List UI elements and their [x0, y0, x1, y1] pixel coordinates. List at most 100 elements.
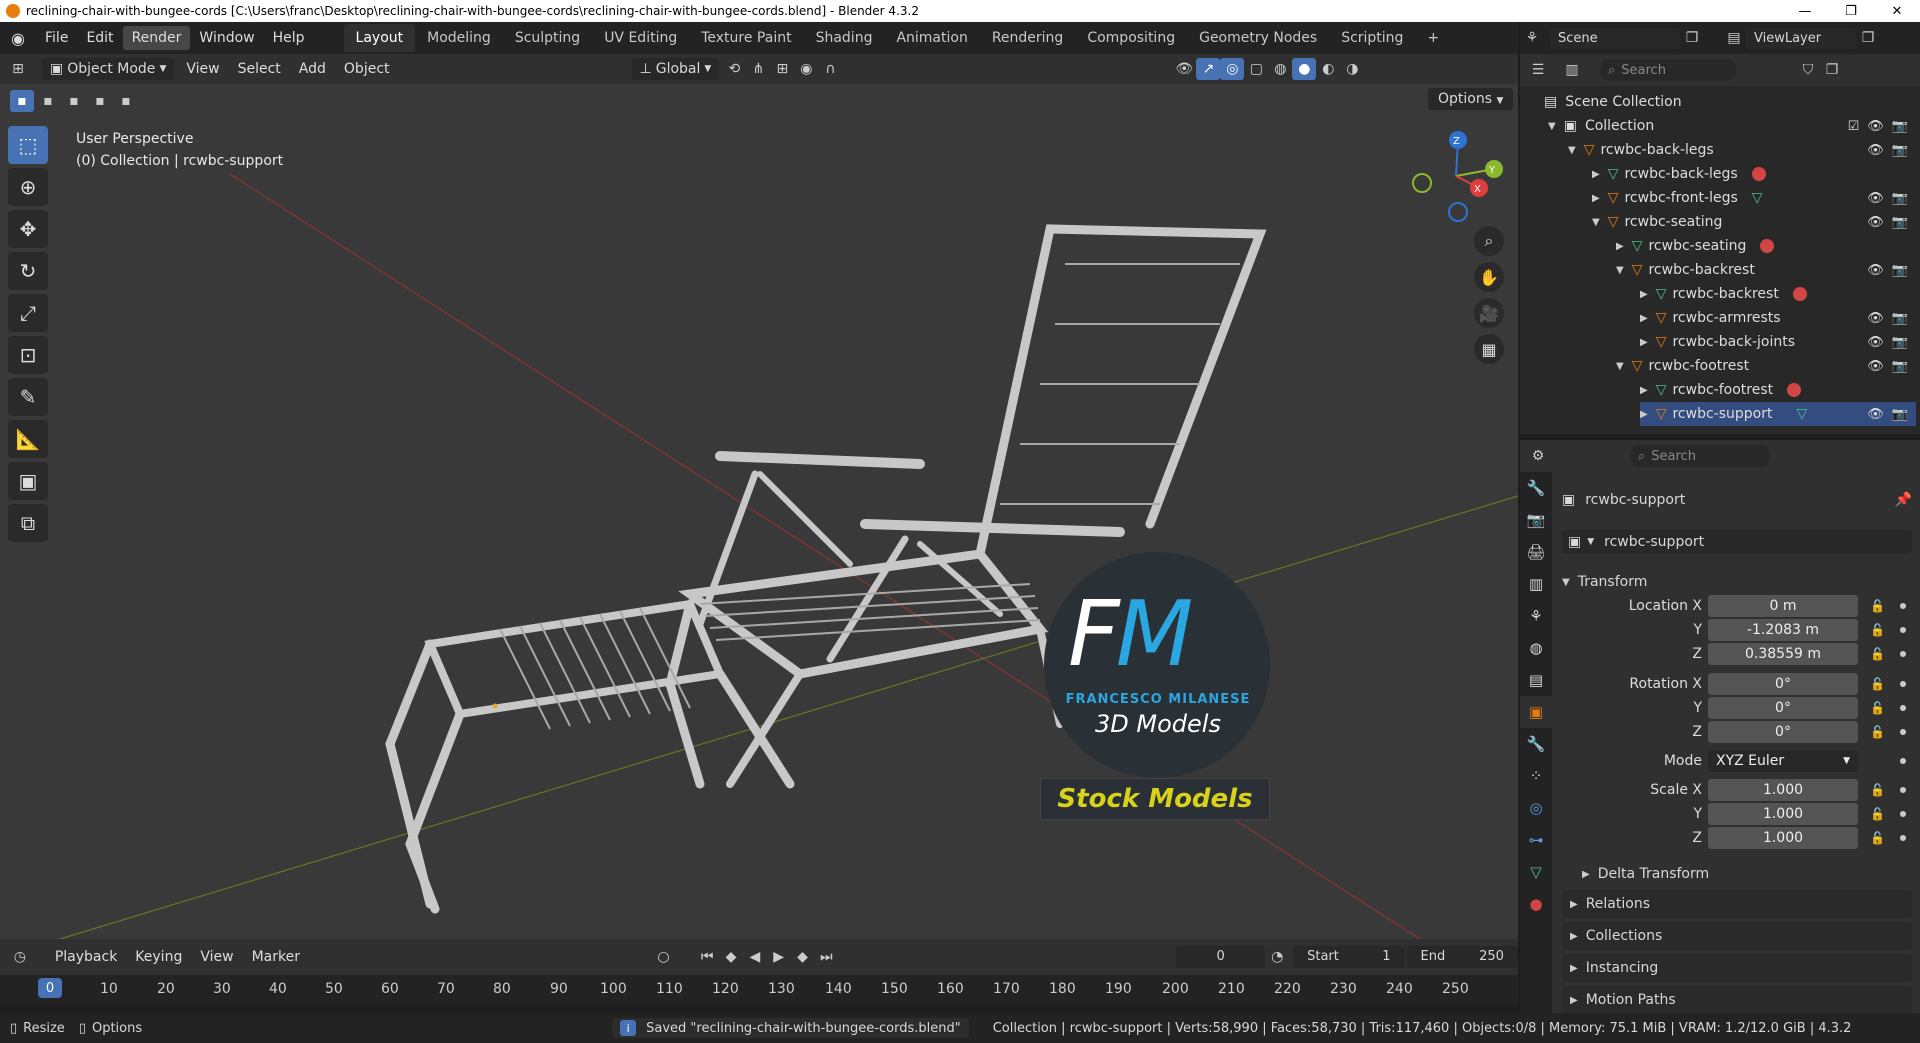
- clock-icon[interactable]: ◔: [1265, 946, 1289, 968]
- ortho-grid-icon[interactable]: ▦: [1474, 334, 1504, 364]
- snap-target-icon[interactable]: ⊞: [770, 58, 794, 80]
- pan-hand-icon[interactable]: ✋: [1474, 262, 1504, 292]
- keyframe-dot[interactable]: [1900, 787, 1906, 793]
- checkbox-icon[interactable]: ☑: [1848, 119, 1860, 134]
- outliner-row[interactable]: ▶ ▽ rcwbc-armrests 👁 📷: [1640, 306, 1916, 330]
- chevron-right-icon[interactable]: ▶: [1640, 385, 1648, 396]
- chevron-down-icon[interactable]: ▼: [1616, 361, 1624, 372]
- gizmo-icon[interactable]: ↗: [1196, 58, 1221, 80]
- camera-render-icon[interactable]: 📷: [1892, 143, 1908, 158]
- modifier-tab-icon[interactable]: 🔧: [1520, 728, 1552, 760]
- keyframe-dot[interactable]: [1900, 651, 1906, 657]
- outliner-row[interactable]: ▶ ▽ rcwbc-back-joints 👁 📷: [1640, 330, 1916, 354]
- camera-render-icon[interactable]: 📷: [1892, 311, 1908, 326]
- add-workspace-button[interactable]: +: [1415, 24, 1451, 52]
- eye-icon[interactable]: 👁: [1867, 335, 1884, 350]
- properties-search-input[interactable]: ⌕ Search: [1630, 445, 1770, 467]
- tool-tab-icon[interactable]: 🔧: [1520, 472, 1552, 504]
- tab-geometry-nodes[interactable]: Geometry Nodes: [1187, 24, 1329, 52]
- move-tool-icon[interactable]: ✥: [8, 210, 48, 248]
- physics-tab-icon[interactable]: ◎: [1520, 792, 1552, 824]
- outliner-row[interactable]: ▼ ▽ rcwbc-seating 👁 📷: [1592, 210, 1916, 234]
- proportional-edit-icon[interactable]: ◉: [794, 58, 818, 80]
- chevron-right-icon[interactable]: ▶: [1616, 241, 1624, 252]
- wireframe-shading-icon[interactable]: ◍: [1268, 58, 1292, 80]
- overlay-icon[interactable]: ◎: [1220, 58, 1245, 80]
- constraints-tab-icon[interactable]: ⊶: [1520, 824, 1552, 856]
- tab-layout[interactable]: Layout: [343, 24, 416, 52]
- mode-dropdown[interactable]: ▣ Object Mode ▼: [42, 58, 175, 80]
- tab-rendering[interactable]: Rendering: [980, 24, 1076, 52]
- scene-collection-row[interactable]: ▤ Scene Collection: [1544, 90, 1682, 114]
- jump-end-icon[interactable]: ⏭: [814, 946, 838, 968]
- snap-icon[interactable]: ⋔: [746, 58, 770, 80]
- current-frame-field[interactable]: 0: [1175, 946, 1266, 968]
- blender-menu-icon[interactable]: ◉: [0, 29, 36, 48]
- delta-transform-header[interactable]: ▶ Delta Transform: [1582, 862, 1709, 886]
- rendered-shading-icon[interactable]: ◑: [1340, 58, 1364, 80]
- world-tab-icon[interactable]: ◍: [1520, 632, 1552, 664]
- scene-tab-icon[interactable]: ⚘: [1520, 600, 1552, 632]
- tab-animation[interactable]: Animation: [884, 24, 979, 52]
- lock-icon[interactable]: 🔓: [1870, 623, 1885, 637]
- data-tab-icon[interactable]: ▽: [1520, 856, 1552, 888]
- outliner-editor-icon[interactable]: ☰: [1526, 59, 1550, 81]
- start-frame-field[interactable]: Start 1: [1293, 946, 1405, 968]
- menu-window[interactable]: Window: [190, 26, 263, 50]
- chevron-right-icon[interactable]: ▶: [1640, 289, 1648, 300]
- camera-render-icon[interactable]: 📷: [1892, 335, 1908, 350]
- visibility-icon[interactable]: 👁: [1172, 58, 1196, 80]
- keyframe-dot[interactable]: [1900, 681, 1906, 687]
- menu-select[interactable]: Select: [229, 58, 290, 80]
- lock-icon[interactable]: 🔓: [1870, 677, 1885, 691]
- tab-modeling[interactable]: Modeling: [415, 24, 503, 52]
- rotation-mode-dropdown[interactable]: XYZ Euler ▼: [1708, 750, 1858, 772]
- select-intersect-icon[interactable]: ▪: [114, 90, 138, 112]
- view-layer-tab-icon[interactable]: ▥: [1520, 568, 1552, 600]
- lock-icon[interactable]: 🔓: [1870, 701, 1885, 715]
- tab-scripting[interactable]: Scripting: [1329, 24, 1415, 52]
- timeline-editor-icon[interactable]: ◷: [8, 946, 32, 968]
- editor-type-icon[interactable]: ⊞: [6, 58, 30, 80]
- location-y-field[interactable]: -1.2083 m: [1708, 619, 1858, 641]
- scale-z-field[interactable]: 1.000: [1708, 827, 1858, 849]
- motion-paths-panel[interactable]: ▶ Motion Paths: [1562, 986, 1912, 1014]
- select-extend-icon[interactable]: ▪: [36, 90, 60, 112]
- outliner-row[interactable]: ▶ ▽ rcwbc-seating: [1616, 234, 1775, 258]
- new-scene-icon[interactable]: ❐: [1680, 27, 1704, 49]
- eye-icon[interactable]: 👁: [1867, 119, 1884, 134]
- lock-icon[interactable]: 🔓: [1870, 599, 1885, 613]
- render-tab-icon[interactable]: 📷: [1520, 504, 1552, 536]
- record-icon[interactable]: ○: [652, 946, 676, 968]
- outliner-search-input[interactable]: ⌕ Search: [1600, 59, 1736, 81]
- add-cube-tool-icon[interactable]: ▣: [8, 462, 48, 500]
- transform-tool-icon[interactable]: ⊡: [8, 336, 48, 374]
- camera-render-icon[interactable]: 📷: [1892, 215, 1908, 230]
- viewlayer-selector[interactable]: ViewLayer: [1746, 27, 1856, 49]
- lock-icon[interactable]: 🔓: [1870, 783, 1885, 797]
- select-tool-icon[interactable]: ⬚: [8, 126, 48, 164]
- timeline-ruler[interactable]: 10 20 30 40 50 60 70 80 90 100 110 120 1…: [0, 975, 1518, 1005]
- lock-icon[interactable]: 🔓: [1870, 647, 1885, 661]
- eye-icon[interactable]: 👁: [1867, 143, 1884, 158]
- 3d-viewport[interactable]: Z Y X: [0, 84, 1518, 939]
- lock-icon[interactable]: 🔓: [1870, 725, 1885, 739]
- maximize-button[interactable]: ❐: [1828, 0, 1874, 22]
- outliner-row-selected[interactable]: ▶ ▽ rcwbc-support ▽ 👁 📷: [1640, 402, 1916, 426]
- display-mode-icon[interactable]: ▥: [1560, 59, 1584, 81]
- keyframe-dot[interactable]: [1900, 705, 1906, 711]
- lock-icon[interactable]: 🔓: [1870, 831, 1885, 845]
- outliner-row[interactable]: ▶ ▽ rcwbc-footrest: [1640, 378, 1802, 402]
- chevron-right-icon[interactable]: ▶: [1640, 409, 1648, 420]
- menu-playback[interactable]: Playback: [46, 946, 126, 968]
- chevron-right-icon[interactable]: ▶: [1640, 313, 1648, 324]
- eye-icon[interactable]: 👁: [1867, 407, 1884, 422]
- keyframe-dot[interactable]: [1900, 835, 1906, 841]
- jump-start-icon[interactable]: ⏮: [695, 946, 719, 968]
- zoom-icon[interactable]: ⌕: [1474, 226, 1504, 256]
- extrude-tool-icon[interactable]: ⧉: [8, 504, 48, 542]
- chevron-right-icon[interactable]: ▶: [1592, 169, 1600, 180]
- annotate-tool-icon[interactable]: ✎: [8, 378, 48, 416]
- measure-tool-icon[interactable]: 📐: [8, 420, 48, 458]
- rotation-y-field[interactable]: 0°: [1708, 697, 1858, 719]
